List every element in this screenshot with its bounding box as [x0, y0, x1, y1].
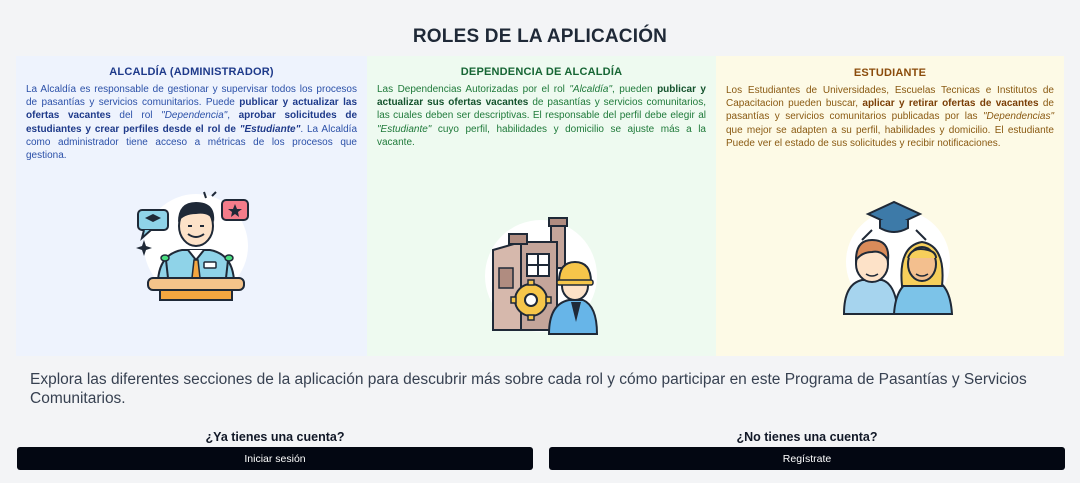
role-description: La Alcaldía es responsable de gestionar … [26, 83, 357, 162]
login-section: ¿Ya tienes una cuenta? Iniciar sesión [17, 430, 533, 470]
roles-grid: ALCALDÍA (ADMINISTRADOR) La Alcaldía es … [16, 56, 1064, 356]
dependency-building-illustration [485, 217, 599, 335]
role-card-estudiante: ESTUDIANTE Los Estudiantes de Universida… [716, 56, 1064, 356]
role-title: ESTUDIANTE [853, 67, 927, 79]
description-emphasis: "Estudiante" [377, 123, 432, 135]
description-emphasis: "Estudiante" [239, 123, 301, 135]
role-description: Los Estudiantes de Universidades, Escuel… [726, 84, 1054, 150]
description-emphasis: aplicar y retirar ofertas de vacantes [862, 98, 1039, 110]
register-question: ¿No tienes una cuenta? [736, 430, 878, 444]
description-text: Las Dependencias Autorizadas por el rol [377, 84, 570, 95]
register-button[interactable]: Regístrate [549, 447, 1065, 470]
description-text: , [227, 110, 239, 122]
description-emphasis: "Alcaldía" [569, 84, 613, 95]
description-text: que mejor se adapten a su perfil, habili… [726, 124, 1054, 149]
description-text: , pueden [612, 84, 658, 95]
description-emphasis: "Dependencias" [982, 111, 1054, 123]
login-button[interactable]: Iniciar sesión [17, 447, 533, 470]
intro-text: Explora las diferentes secciones de la a… [30, 371, 1027, 407]
administrator-illustration [136, 191, 249, 301]
description-emphasis: "Dependencia" [161, 110, 228, 122]
role-description: Las Dependencias Autorizadas por el rol … [377, 83, 706, 149]
role-title: ALCALDÍA (ADMINISTRADOR) [109, 66, 274, 78]
register-section: ¿No tienes una cuenta? Regístrate [549, 430, 1065, 470]
role-title: DEPENDENCIA DE ALCALDÍA [460, 66, 623, 78]
page-title: ROLES DE LA APLICACIÓN [412, 26, 668, 47]
description-text: del rol [110, 110, 162, 122]
role-card-alcaldia: ALCALDÍA (ADMINISTRADOR) La Alcaldía es … [16, 56, 367, 356]
login-question: ¿Ya tienes una cuenta? [205, 430, 345, 444]
role-card-dependencia: DEPENDENCIA DE ALCALDÍA Las Dependencias… [367, 56, 716, 356]
students-illustration [842, 200, 954, 315]
